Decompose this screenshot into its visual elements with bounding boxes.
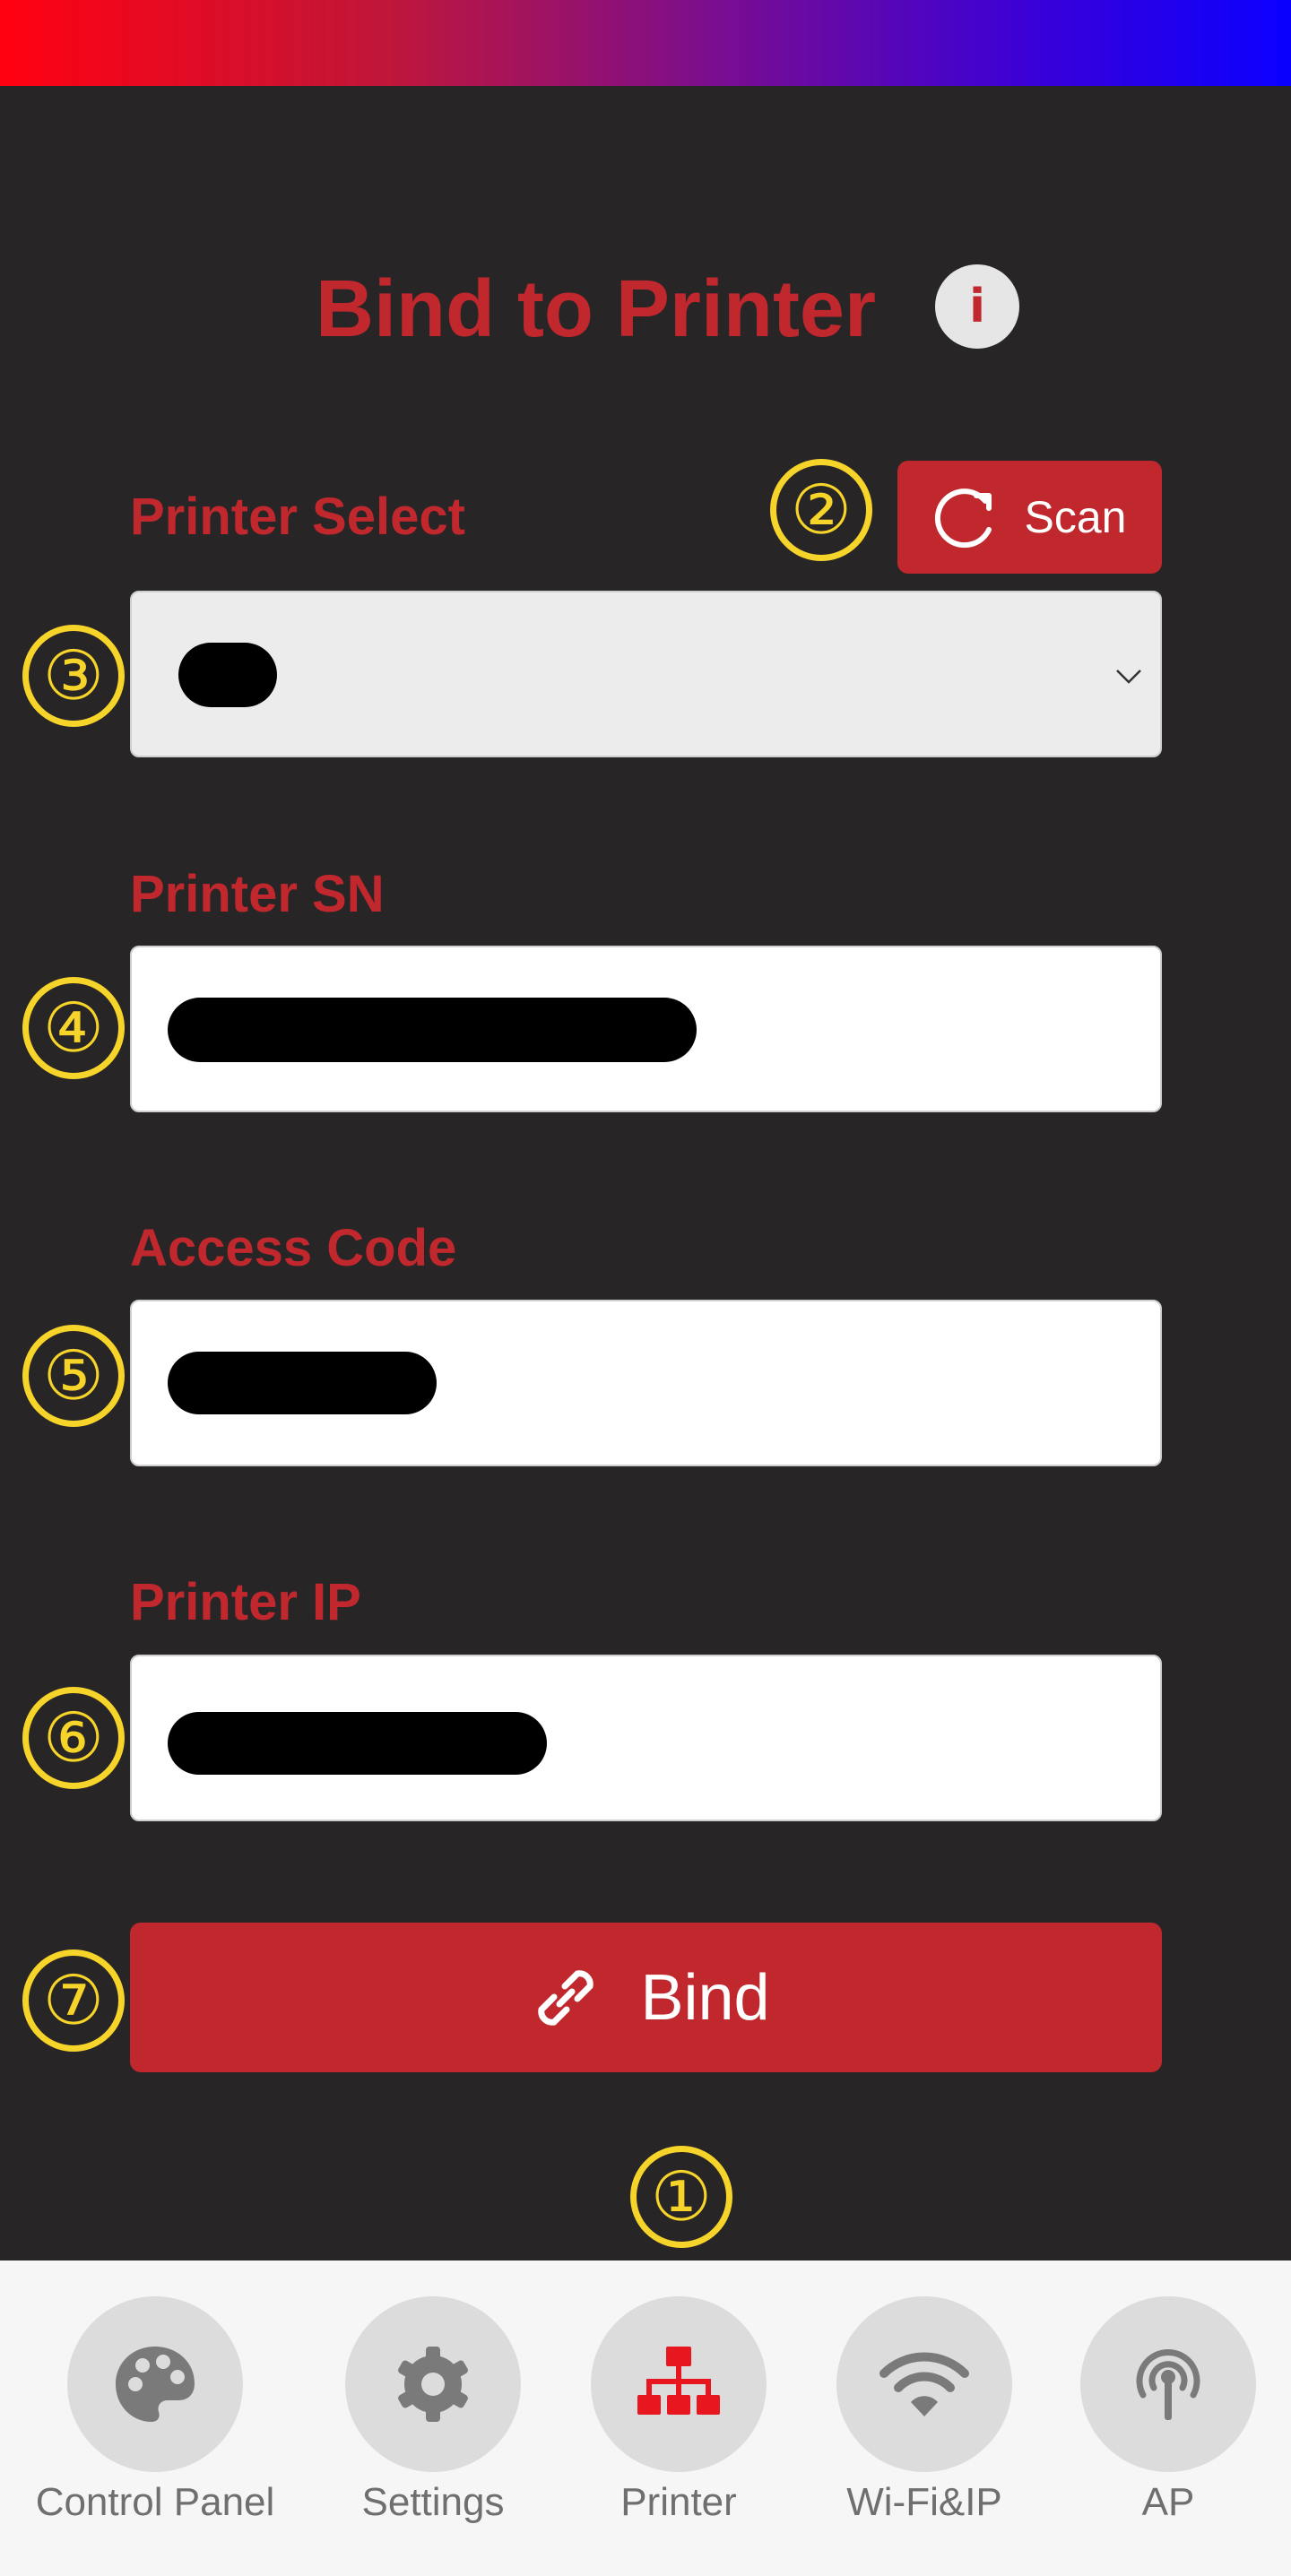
nav-label: Printer xyxy=(620,2480,737,2524)
chevron-down-icon xyxy=(1116,670,1141,684)
annotation-marker-5: ⑤ xyxy=(22,1325,125,1427)
bind-button-label: Bind xyxy=(640,1961,770,2034)
nav-label: AP xyxy=(1141,2480,1195,2524)
annotation-marker-6: ⑥ xyxy=(22,1687,125,1789)
palette-icon xyxy=(116,2347,195,2422)
printer-ip-label: Printer IP xyxy=(130,1573,361,1631)
nav-label: Control Panel xyxy=(35,2480,275,2524)
redacted-value xyxy=(168,998,697,1062)
access-code-input[interactable] xyxy=(130,1300,1162,1466)
printer-sn-input[interactable] xyxy=(130,946,1162,1112)
annotation-marker-4: ④ xyxy=(22,977,125,1079)
nav-item-wifi-ip[interactable]: Wi-Fi&IP xyxy=(808,2296,1041,2556)
refresh-icon xyxy=(934,488,992,549)
page-title: Bind to Printer xyxy=(316,264,876,354)
nav-item-printer[interactable]: Printer xyxy=(562,2296,795,2556)
redacted-value xyxy=(168,1712,547,1775)
annotation-marker-7: ⑦ xyxy=(22,1949,125,2052)
nav-circle xyxy=(836,2296,1012,2472)
printer-select-dropdown[interactable] xyxy=(130,591,1162,757)
printer-sn-label: Printer SN xyxy=(130,865,385,923)
antenna-icon xyxy=(1136,2349,1200,2420)
wifi-icon xyxy=(879,2352,969,2416)
nav-circle xyxy=(67,2296,243,2472)
link-icon xyxy=(538,1969,594,2026)
network-tree-icon xyxy=(637,2347,720,2415)
nav-circle xyxy=(1080,2296,1256,2472)
nav-item-ap[interactable]: AP xyxy=(1052,2296,1285,2556)
redacted-value xyxy=(168,1352,437,1414)
bottom-navigation: Control Panel Settings Printer Wi-Fi&IP … xyxy=(0,2260,1291,2576)
header-gradient-bar xyxy=(0,0,1291,86)
redacted-value xyxy=(178,643,277,707)
printer-select-label: Printer Select xyxy=(130,488,465,546)
printer-ip-input[interactable] xyxy=(130,1655,1162,1821)
scan-button-label: Scan xyxy=(1024,492,1127,542)
annotation-marker-2: ② xyxy=(770,459,872,561)
nav-circle xyxy=(345,2296,521,2472)
gear-icon xyxy=(398,2347,468,2422)
nav-circle xyxy=(591,2296,767,2472)
nav-item-control-panel[interactable]: Control Panel xyxy=(36,2296,274,2556)
title-row: Bind to Printer xyxy=(0,255,1291,363)
annotation-marker-1: ① xyxy=(630,2146,732,2248)
annotation-marker-3: ③ xyxy=(22,625,125,727)
nav-label: Settings xyxy=(361,2480,505,2524)
nav-item-settings[interactable]: Settings xyxy=(316,2296,550,2556)
access-code-label: Access Code xyxy=(130,1219,457,1277)
bind-button[interactable]: Bind xyxy=(130,1923,1162,2072)
info-button[interactable]: i xyxy=(935,264,1019,349)
scan-button[interactable]: Scan xyxy=(897,461,1162,574)
